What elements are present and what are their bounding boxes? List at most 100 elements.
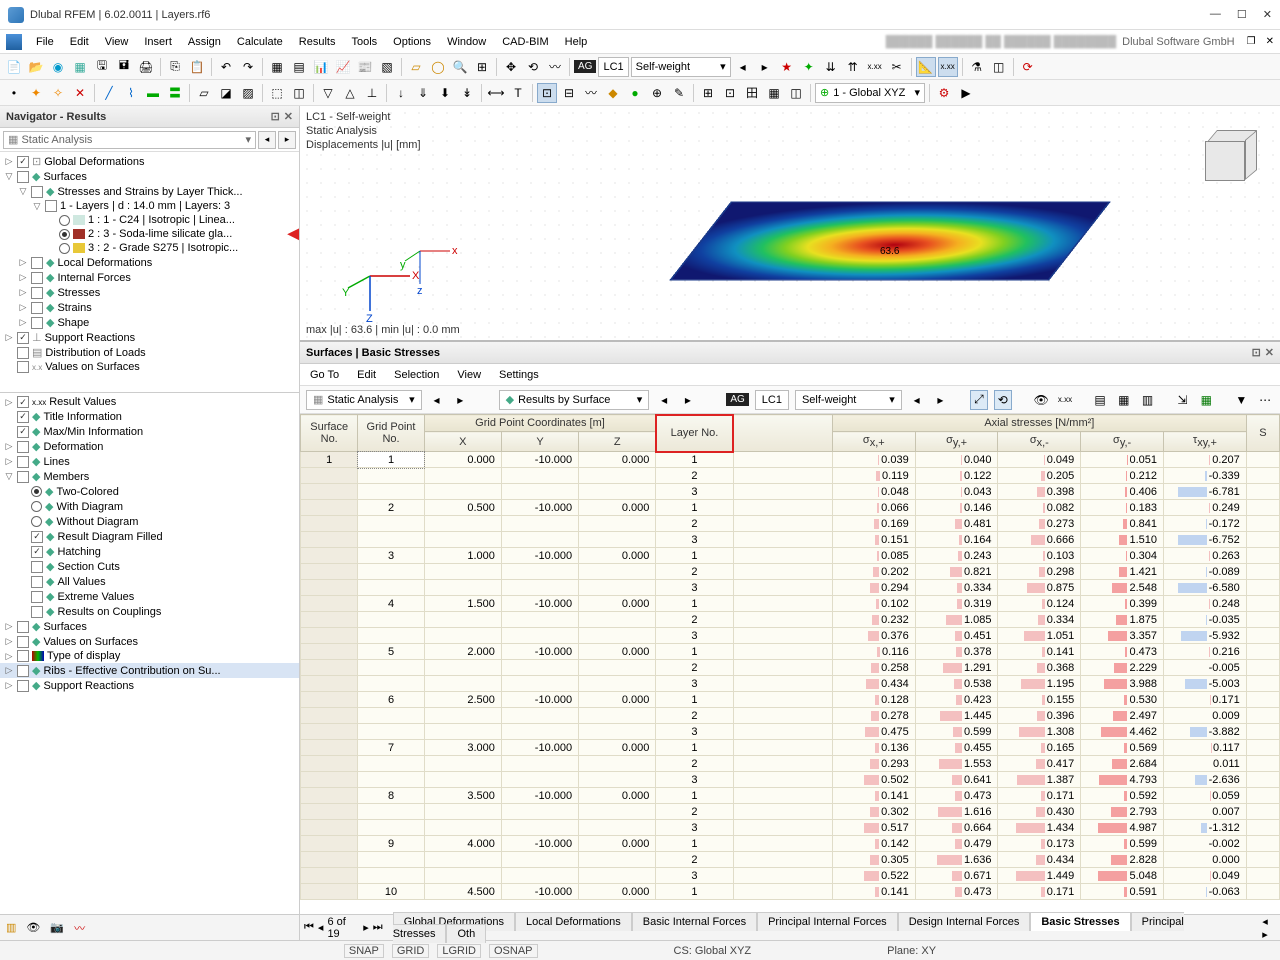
table-row[interactable]: 30.5220.6711.4495.0480.049: [301, 868, 1280, 884]
menu-window[interactable]: Window: [439, 34, 494, 50]
mdi-close-icon[interactable]: ✕: [1266, 36, 1274, 47]
zoom-icon[interactable]: 🔍: [450, 57, 470, 77]
cb-layers[interactable]: [45, 200, 57, 212]
select-icon[interactable]: ▱: [406, 57, 426, 77]
page-first[interactable]: ⏮: [304, 921, 314, 934]
pin-icon[interactable]: ⊡: [271, 110, 280, 123]
maximize-button[interactable]: ☐: [1237, 8, 1247, 21]
solid2-icon[interactable]: ◫: [289, 83, 309, 103]
line2-icon[interactable]: ⌇: [121, 83, 141, 103]
table-row[interactable]: 41.500-10.0000.00010.1020.3190.1240.3990…: [301, 596, 1280, 612]
rotate-icon[interactable]: ⟲: [523, 57, 543, 77]
coord-system-dropdown[interactable]: ⊕ 1 - Global XYZ ▾: [815, 83, 925, 103]
app-menu-icon[interactable]: [6, 34, 22, 50]
sup1-icon[interactable]: ▽: [318, 83, 338, 103]
results-icon[interactable]: 📊: [311, 57, 331, 77]
table-row[interactable]: 30.4340.5381.1953.988-5.003: [301, 676, 1280, 692]
chart-icon[interactable]: 📈: [333, 57, 353, 77]
table-row[interactable]: 30.1510.1640.6661.510-6.752: [301, 532, 1280, 548]
tables-icon[interactable]: ▤: [289, 57, 309, 77]
status-grid[interactable]: GRID: [392, 944, 430, 958]
solid-icon[interactable]: ⬚: [267, 83, 287, 103]
load3-icon[interactable]: ⬇: [435, 83, 455, 103]
xxx2-icon[interactable]: x.xx: [938, 57, 958, 77]
view-cube[interactable]: [1190, 126, 1260, 196]
rb-layer1[interactable]: [59, 215, 70, 226]
mdi-restore-icon[interactable]: ❐: [1247, 36, 1256, 47]
eye-xxx-icon[interactable]: 👁: [1032, 390, 1050, 410]
table-row[interactable]: 52.000-10.0000.00010.1160.3780.1410.4730…: [301, 644, 1280, 660]
table-row[interactable]: 30.0480.0430.3980.406-6.781: [301, 484, 1280, 500]
tpmenu-settings[interactable]: Settings: [499, 369, 539, 381]
cloud-icon[interactable]: ◉: [48, 57, 68, 77]
tab-cam-icon[interactable]: 📷: [50, 921, 64, 934]
col-axial[interactable]: Axial stresses [N/mm²]: [832, 415, 1246, 432]
menu-help[interactable]: Help: [557, 34, 596, 50]
lc-next-icon[interactable]: ▸: [755, 57, 775, 77]
view4-icon[interactable]: ◆: [603, 83, 623, 103]
script-icon[interactable]: ⚙: [934, 83, 954, 103]
open-icon[interactable]: 📂: [26, 57, 46, 77]
grid-icon[interactable]: ⊞: [698, 83, 718, 103]
block-icon[interactable]: ▦: [70, 57, 90, 77]
excel-icon[interactable]: ▦: [1197, 390, 1215, 410]
table-row[interactable]: 30.5170.6641.4344.987-1.312: [301, 820, 1280, 836]
table-row[interactable]: 20.2781.4450.3962.4970.009: [301, 708, 1280, 724]
table-row[interactable]: 20.3021.6160.4302.7930.007: [301, 804, 1280, 820]
surf2-icon[interactable]: ◪: [216, 83, 236, 103]
table-row[interactable]: 20.2321.0850.3341.875-0.035: [301, 612, 1280, 628]
surf-icon[interactable]: ◫: [989, 57, 1009, 77]
memb-icon[interactable]: ▬: [143, 83, 163, 103]
cross-icon[interactable]: ✕: [70, 83, 90, 103]
filter-icon[interactable]: ⚗: [967, 57, 987, 77]
menu-results[interactable]: Results: [291, 34, 344, 50]
table-row[interactable]: 83.500-10.0000.00010.1410.4730.1710.5920…: [301, 788, 1280, 804]
table-row[interactable]: 110.000-10.0000.00010.0390.0400.0490.051…: [301, 452, 1280, 468]
spark2-icon[interactable]: ✧: [48, 83, 68, 103]
results-table[interactable]: Surface No. Grid Point No. Grid Point Co…: [300, 414, 1280, 900]
tab-principal-internal-forces[interactable]: Principal Internal Forces: [757, 912, 898, 931]
dim-icon[interactable]: ⟷: [486, 83, 506, 103]
status-snap[interactable]: SNAP: [344, 944, 384, 958]
table-analysis-dropdown[interactable]: ▦Static Analysis▾: [306, 390, 422, 410]
table-row[interactable]: 20.1190.1220.2050.212-0.339: [301, 468, 1280, 484]
calculate-icon[interactable]: ▦: [267, 57, 287, 77]
table-pin-icon[interactable]: ⊡: [1252, 346, 1261, 359]
clip-icon[interactable]: ✂: [887, 57, 907, 77]
run-icon[interactable]: ▶: [956, 83, 976, 103]
tpmenu-edit[interactable]: Edit: [357, 369, 376, 381]
menu-assign[interactable]: Assign: [180, 34, 229, 50]
materials-icon[interactable]: ▧: [377, 57, 397, 77]
col-layer[interactable]: Layer No.: [656, 415, 733, 452]
tab-data-icon[interactable]: ▥: [6, 921, 16, 934]
minimize-button[interactable]: —: [1210, 8, 1221, 21]
table-row[interactable]: 30.3760.4511.0513.357-5.932: [301, 628, 1280, 644]
panel-close-icon[interactable]: ✕: [284, 110, 293, 123]
diag-icon[interactable]: 📐: [916, 57, 936, 77]
col-s[interactable]: S: [1246, 415, 1279, 452]
table-row[interactable]: 30.2940.3340.8752.548-6.580: [301, 580, 1280, 596]
lasso-icon[interactable]: ◯: [428, 57, 448, 77]
nav-next[interactable]: ▸: [278, 131, 296, 149]
tpmenu-view[interactable]: View: [457, 369, 481, 381]
paste-icon[interactable]: 📋: [187, 57, 207, 77]
star-icon[interactable]: ★: [777, 57, 797, 77]
menu-calculate[interactable]: Calculate: [229, 34, 291, 50]
move-icon[interactable]: ✥: [501, 57, 521, 77]
menu-tools[interactable]: Tools: [343, 34, 385, 50]
rb-layer3[interactable]: [59, 243, 70, 254]
table-row[interactable]: 73.000-10.0000.00010.1360.4550.1650.5690…: [301, 740, 1280, 756]
table-row[interactable]: 20.3051.6360.4342.8280.000: [301, 852, 1280, 868]
filter2-icon[interactable]: ▼: [1232, 390, 1250, 410]
forces2-icon[interactable]: ⇈: [843, 57, 863, 77]
refresh-icon[interactable]: ⟳: [1018, 57, 1038, 77]
grid4-icon[interactable]: ▦: [764, 83, 784, 103]
tab-eye-icon[interactable]: 👁: [26, 921, 40, 934]
view1-icon[interactable]: ⊡: [537, 83, 557, 103]
table-row[interactable]: 20.2020.8210.2981.421-0.089: [301, 564, 1280, 580]
grid2-icon[interactable]: ⊡: [720, 83, 740, 103]
table-row[interactable]: 94.000-10.0000.00010.1420.4790.1730.599-…: [301, 836, 1280, 852]
view6-icon[interactable]: ⊕: [647, 83, 667, 103]
tab-results-icon[interactable]: 〰: [74, 920, 85, 936]
new-icon[interactable]: 📄: [4, 57, 24, 77]
